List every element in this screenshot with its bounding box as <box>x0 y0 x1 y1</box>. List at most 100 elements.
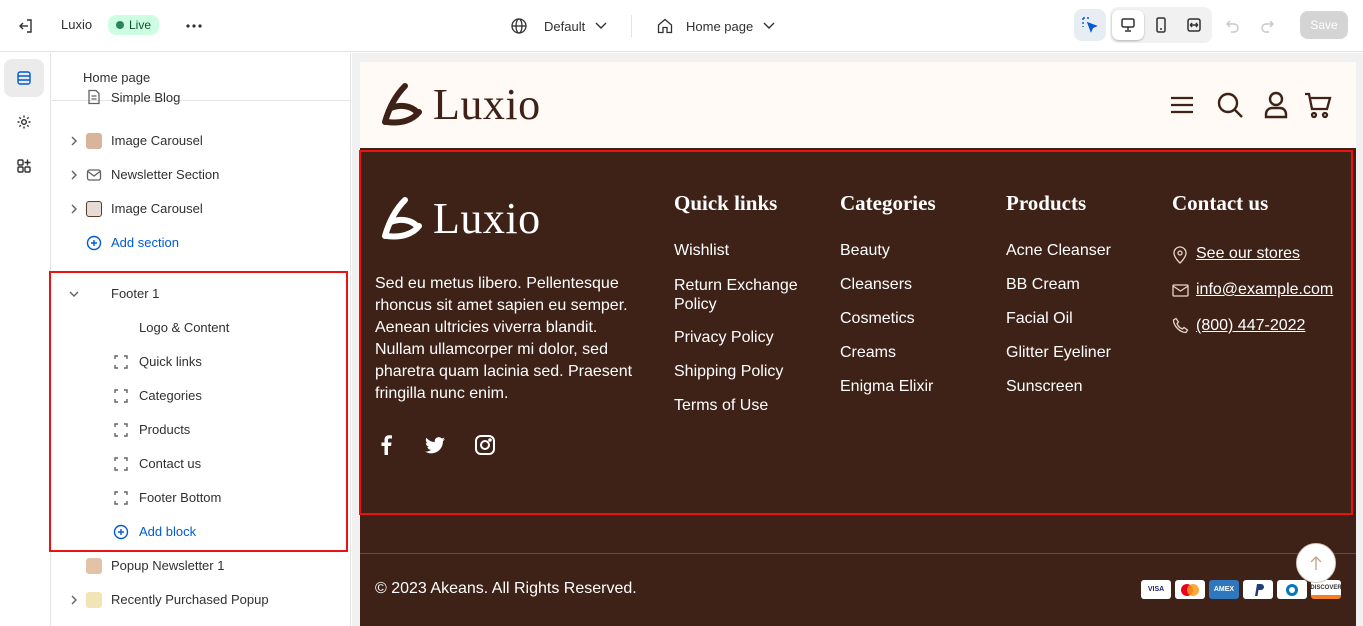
inspector-toggle-button[interactable] <box>1074 9 1106 41</box>
fullscreen-preview-button[interactable] <box>1178 10 1210 40</box>
store-footer[interactable]: Luxio Sed eu metus libero. Pellentesque … <box>360 148 1356 626</box>
footer-column-heading: Categories <box>840 191 936 215</box>
footer-column-heading: Quick links <box>674 191 778 215</box>
account-button[interactable] <box>1262 90 1290 120</box>
footer-phone-link[interactable]: (800) 447-2022 <box>1196 317 1305 335</box>
footer-link[interactable]: Sunscreen <box>1006 378 1083 396</box>
status-badge: Live <box>108 15 160 35</box>
add-section-button[interactable]: Add section <box>52 226 350 260</box>
footer-link[interactable]: Wishlist <box>674 242 729 260</box>
gear-icon <box>17 115 31 129</box>
section-item-label: Footer 1 <box>111 286 160 301</box>
section-item-popup-newsletter[interactable]: Popup Newsletter 1 <box>52 549 350 583</box>
block-item-logo-content[interactable]: Logo & Content <box>52 311 350 345</box>
luxio-logo-icon <box>382 83 422 126</box>
chevron-right-icon <box>71 204 77 214</box>
footer-link[interactable]: Facial Oil <box>1006 310 1073 328</box>
redo-button[interactable] <box>1254 12 1280 40</box>
blog-icon <box>88 89 100 105</box>
envelope-icon <box>86 169 102 181</box>
section-item-newsletter[interactable]: Newsletter Section <box>52 158 350 192</box>
section-item-label: Image Carousel <box>111 201 203 216</box>
app-embeds-nav-button[interactable] <box>4 147 44 185</box>
footer-link[interactable]: Glitter Eyeliner <box>1006 344 1111 362</box>
footer-link[interactable]: Enigma Elixir <box>840 378 933 396</box>
page-selector[interactable]: Home page <box>656 12 775 40</box>
chevron-down-icon <box>763 22 775 29</box>
store-header[interactable]: Luxio <box>360 62 1356 148</box>
add-block-button[interactable]: Add block <box>52 515 350 549</box>
sections-icon <box>17 71 31 85</box>
theme-settings-nav-button[interactable] <box>4 103 44 141</box>
block-item-contact-us[interactable]: Contact us <box>52 447 350 481</box>
footer-link[interactable]: Cosmetics <box>840 310 915 328</box>
search-button[interactable] <box>1215 90 1245 120</box>
apps-icon <box>17 159 31 173</box>
add-section-label: Add section <box>111 235 179 250</box>
location-pin-icon <box>1173 246 1187 264</box>
footer-link[interactable]: Creams <box>840 344 896 362</box>
block-item-categories[interactable]: Categories <box>52 379 350 413</box>
footer-email-link[interactable]: info@example.com <box>1196 281 1333 299</box>
desktop-preview-button[interactable] <box>1112 10 1144 40</box>
sections-sidebar: Home page Simple Blog Image Carousel New… <box>52 53 351 626</box>
section-item-recently-purchased[interactable]: Recently Purchased Popup <box>52 583 350 617</box>
section-item-image-carousel-2[interactable]: Image Carousel <box>52 192 350 226</box>
hamburger-icon <box>1171 96 1193 114</box>
section-item-simple-blog[interactable]: Simple Blog <box>52 89 350 124</box>
sections-nav-button[interactable] <box>4 59 44 97</box>
cart-button[interactable] <box>1303 90 1333 120</box>
section-item-footer-1[interactable]: Footer 1 <box>52 277 350 311</box>
undo-button[interactable] <box>1220 12 1246 40</box>
instagram-link[interactable] <box>473 434 497 456</box>
section-item-label: Image Carousel <box>111 133 203 148</box>
chevron-down-icon <box>69 291 79 297</box>
sidebar-title: Home page <box>83 70 151 85</box>
scroll-to-top-button[interactable] <box>1296 543 1336 583</box>
footer-stores-link[interactable]: See our stores <box>1196 245 1300 263</box>
ellipsis-icon <box>186 24 202 28</box>
store-logo[interactable]: Luxio <box>375 78 541 130</box>
footer-column-heading: Products <box>1006 191 1087 215</box>
twitter-link[interactable] <box>423 434 447 456</box>
footer-link[interactable]: Privacy Policy <box>674 329 774 347</box>
facebook-link[interactable] <box>375 434 397 456</box>
footer-link[interactable]: Cleansers <box>840 276 912 294</box>
cart-icon <box>1305 92 1332 119</box>
arrow-up-icon <box>1310 556 1322 570</box>
paypal-mark <box>1255 583 1264 596</box>
envelope-icon <box>1172 284 1189 297</box>
footer-link[interactable]: Return Exchange Policy <box>674 276 814 314</box>
block-dashed-icon <box>114 491 128 505</box>
theme-selector[interactable]: Default <box>510 12 607 40</box>
block-item-quick-links[interactable]: Quick links <box>52 345 350 379</box>
chevron-right-icon <box>71 170 77 180</box>
redo-icon <box>1261 20 1274 33</box>
expand-icon <box>1187 18 1201 32</box>
theme-selector-label: Default <box>544 18 586 34</box>
user-icon <box>1264 91 1288 119</box>
save-button[interactable]: Save <box>1300 11 1348 39</box>
footer-link[interactable]: Acne Cleanser <box>1006 242 1111 260</box>
image-thumbnail-icon <box>86 201 102 217</box>
block-item-label: Products <box>139 422 191 437</box>
block-dashed-icon <box>114 355 128 369</box>
section-item-image-carousel[interactable]: Image Carousel <box>52 124 350 158</box>
block-item-products[interactable]: Products <box>52 413 350 447</box>
menu-button[interactable] <box>1168 90 1196 120</box>
footer-link[interactable]: Shipping Policy <box>674 363 783 381</box>
block-item-footer-bottom[interactable]: Footer Bottom <box>52 481 350 515</box>
editor-topbar: Luxio Live Default Home page Save <box>0 0 1363 52</box>
footer-link[interactable]: BB Cream <box>1006 276 1080 294</box>
chevron-right-icon <box>71 595 77 605</box>
mobile-preview-button[interactable] <box>1145 10 1177 40</box>
exit-icon <box>19 19 32 33</box>
add-block-label: Add block <box>139 524 197 539</box>
chevron-right-icon <box>71 136 77 146</box>
footer-logo[interactable]: Luxio <box>375 192 541 244</box>
more-actions-button[interactable] <box>180 12 208 40</box>
footer-link[interactable]: Terms of Use <box>674 397 768 415</box>
exit-button[interactable] <box>10 12 42 40</box>
chevron-down-icon <box>595 22 607 29</box>
footer-link[interactable]: Beauty <box>840 242 890 260</box>
